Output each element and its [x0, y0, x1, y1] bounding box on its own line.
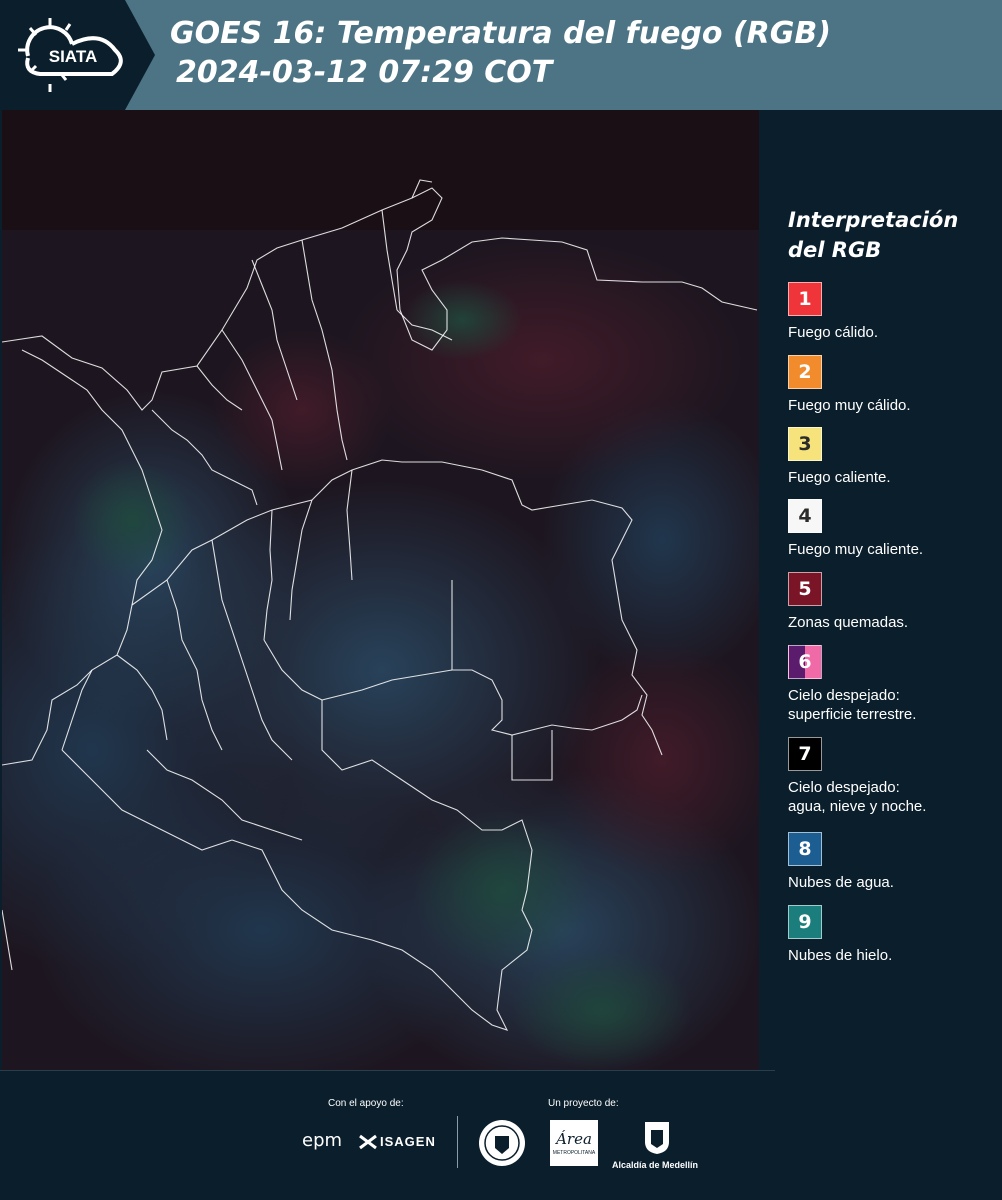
support-label: Con el apoyo de: — [328, 1098, 404, 1109]
alcaldia-shield-icon — [643, 1120, 671, 1161]
legend-swatch-4: 4 — [788, 499, 822, 533]
legend-label-2: Fuego muy cálido. — [788, 397, 911, 414]
alcaldia-logo: Alcaldía de Medellín — [612, 1160, 699, 1170]
footer-divider-top — [0, 1070, 775, 1071]
footer-divider — [457, 1116, 458, 1168]
legend-label-9: Nubes de hielo. — [788, 947, 893, 964]
legend-item-5: 5 Zonas quemadas. — [788, 572, 998, 632]
epm-logo: epm — [302, 1130, 343, 1151]
satellite-map — [0, 110, 782, 1090]
legend-swatch-7: 7 — [788, 737, 822, 771]
legend-title: Interpretación del RGB — [788, 205, 978, 265]
legend-item-3: 3 Fuego caliente. — [788, 427, 998, 487]
project-label: Un proyecto de: — [548, 1098, 619, 1109]
legend-swatch-5: 5 — [788, 572, 822, 606]
legend-item-1: 1 Fuego cálido. — [788, 282, 998, 342]
legend-item-8: 8 Nubes de agua. — [788, 832, 998, 892]
legend-panel: Interpretación del RGB 1 Fuego cálido. 2… — [788, 205, 993, 964]
legend-swatch-8: 8 — [788, 832, 822, 866]
legend-label-8: Nubes de agua. — [788, 874, 894, 891]
legend-title-line1: Interpretación — [788, 208, 959, 232]
page-subtitle-datetime: 2024-03-12 07:29 COT — [176, 55, 553, 90]
isagen-logo-icon — [358, 1134, 378, 1155]
legend-item-2: 2 Fuego muy cálido. — [788, 355, 998, 415]
legend-item-9: 9 Nubes de hielo. — [788, 905, 998, 965]
legend-item-4: 4 Fuego muy caliente. — [788, 499, 998, 559]
area-metropolitana-logo: Área METROPOLITANA — [550, 1120, 598, 1166]
legend-label-1: Fuego cálido. — [788, 324, 879, 341]
legend-swatch-6: 6 — [788, 645, 822, 679]
legend-swatch-1: 1 — [788, 282, 822, 316]
page-title: GOES 16: Temperatura del fuego (RGB) — [170, 16, 831, 51]
legend-label-4: Fuego muy caliente. — [788, 541, 924, 558]
legend-swatch-3: 3 — [788, 427, 822, 461]
legend-label-6: Cielo despejado: superficie terrestre. — [788, 687, 917, 723]
isagen-logo: ISAGEN — [380, 1134, 436, 1149]
legend-label-7: Cielo despejado: agua, nieve y noche. — [788, 779, 927, 815]
logo-block: SIATA — [0, 0, 155, 110]
legend-swatch-2: 2 — [788, 355, 822, 389]
legend-label-5: Zonas quemadas. — [788, 614, 909, 631]
area-logo-text: Área — [556, 1130, 592, 1148]
legend-title-line2: del RGB — [788, 238, 882, 262]
area-logo-subtext: METROPOLITANA — [552, 1150, 596, 1156]
seal-logo-icon — [477, 1118, 527, 1173]
logo-text: SIATA — [49, 47, 97, 66]
legend-swatch-9: 9 — [788, 905, 822, 939]
legend-label-3: Fuego caliente. — [788, 469, 891, 486]
footer: Con el apoyo de: Un proyecto de: epm ISA… — [0, 1070, 1002, 1200]
legend-item-6: 6 Cielo despejado: superficie terrestre. — [788, 645, 998, 724]
legend-item-7: 7 Cielo despejado: agua, nieve y noche. — [788, 737, 998, 816]
